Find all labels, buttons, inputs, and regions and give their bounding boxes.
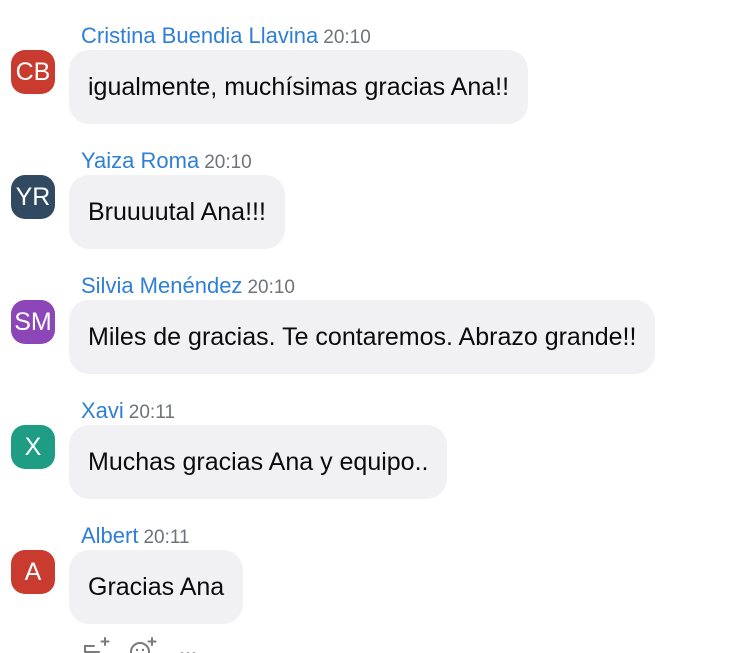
message-yaiza-roma[interactable]: YR Yaiza Roma 20:10 Bruuuutal Ana!!!: [0, 144, 755, 262]
message-time: 20:11: [143, 527, 190, 548]
message-bubble[interactable]: Miles de gracias. Te contaremos. Abrazo …: [69, 300, 656, 374]
reply-add-button[interactable]: [80, 636, 114, 653]
reply-add-icon: [80, 636, 114, 653]
message-xavi[interactable]: X Xavi 20:11 Muchas gracias Ana y equipo.…: [0, 394, 755, 512]
message-hover-toolbar: [80, 636, 220, 653]
message-time: 20:10: [323, 27, 371, 48]
message-bubble[interactable]: Gracias Ana: [69, 550, 244, 624]
message-time: 20:11: [128, 402, 175, 423]
message-bubble[interactable]: Muchas gracias Ana y equipo..: [69, 425, 448, 499]
emoji-reaction-icon: [126, 636, 160, 653]
sender-name[interactable]: Cristina Buendia Llavina: [81, 23, 318, 48]
sender-name[interactable]: Albert: [81, 523, 138, 548]
avatar-yr[interactable]: YR: [11, 175, 55, 219]
message-bubble[interactable]: igualmente, muchísimas gracias Ana!!: [69, 50, 529, 124]
message-meta: Albert 20:11: [81, 521, 190, 551]
avatar-cb[interactable]: CB: [11, 50, 55, 94]
emoji-reaction-button[interactable]: [126, 636, 160, 653]
message-meta: Xavi 20:11: [81, 396, 175, 426]
more-options-button[interactable]: [176, 636, 206, 653]
sender-name[interactable]: Silvia Menéndez: [81, 273, 242, 298]
message-cristina-buendia-llavina[interactable]: CB Cristina Buendia Llavina 20:10 igualme…: [0, 19, 755, 137]
message-albert[interactable]: A Albert 20:11 Gracias Ana: [0, 519, 755, 637]
avatar-x[interactable]: X: [11, 425, 55, 469]
avatar-a[interactable]: A: [11, 550, 55, 594]
chat-message-list: CB Cristina Buendia Llavina 20:10 igualme…: [0, 0, 755, 653]
message-bubble[interactable]: Bruuuutal Ana!!!: [69, 175, 285, 249]
message-meta: Cristina Buendia Llavina 20:10: [81, 21, 371, 51]
message-time: 20:10: [247, 277, 295, 298]
message-meta: Silvia Menéndez 20:10: [81, 271, 295, 301]
message-meta: Yaiza Roma 20:10: [81, 146, 252, 176]
message-silvia-menendez[interactable]: SM Silvia Menéndez 20:10 Miles de gracias…: [0, 269, 755, 387]
sender-name[interactable]: Xavi: [81, 398, 124, 423]
more-options-icon: [176, 636, 206, 653]
avatar-sm[interactable]: SM: [11, 300, 55, 344]
message-time: 20:10: [204, 152, 252, 173]
sender-name[interactable]: Yaiza Roma: [81, 148, 199, 173]
